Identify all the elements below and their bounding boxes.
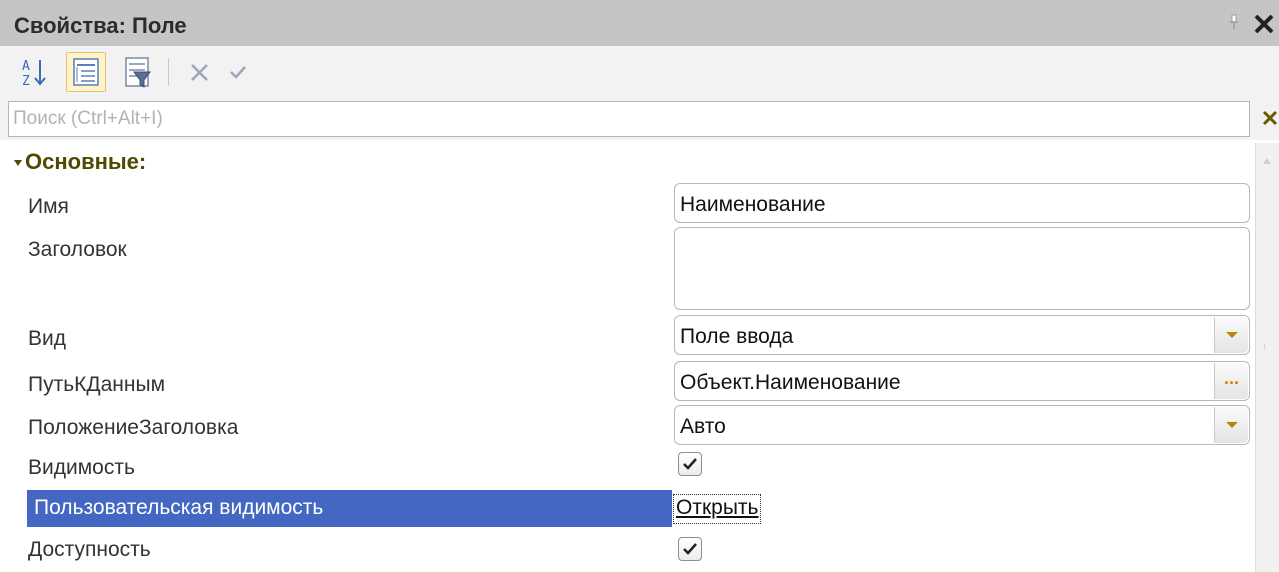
data-path-field[interactable]: Объект.Наименование — [674, 361, 1250, 401]
enabled-checkbox[interactable] — [678, 537, 702, 561]
view-dropdown-button[interactable] — [1214, 317, 1248, 353]
view-select[interactable]: Поле ввода — [674, 315, 1250, 355]
property-label-name: Имя — [28, 195, 69, 218]
toolbar-separator — [168, 58, 169, 86]
sort-az-icon: A Z — [22, 59, 46, 89]
property-label-visibility: Видимость — [28, 456, 135, 479]
scroll-up-icon[interactable] — [1262, 156, 1272, 166]
sort-alphabetically-button[interactable]: A Z — [14, 52, 54, 92]
properties-title-bar — [0, 0, 1279, 46]
close-icon[interactable] — [1252, 12, 1276, 36]
window-title: Свойства: Поле — [14, 13, 187, 38]
check-icon — [683, 458, 697, 470]
title-position-dropdown-button[interactable] — [1214, 407, 1248, 443]
group-label: Основные: — [25, 149, 147, 174]
property-label-data-path: ПутьКДанным — [28, 373, 166, 396]
title-field[interactable] — [674, 227, 1250, 310]
cancel-button[interactable] — [180, 52, 220, 92]
vertical-scrollbar[interactable] — [1255, 143, 1279, 572]
chevron-down-icon — [1226, 422, 1238, 428]
svg-text:Z: Z — [22, 74, 30, 89]
pin-icon[interactable] — [1229, 14, 1239, 30]
group-header[interactable] — [0, 143, 1255, 181]
check-icon — [683, 543, 697, 555]
close-icon[interactable] — [1260, 108, 1279, 128]
categories-icon — [73, 58, 99, 86]
property-label-user-visibility: Пользовательская видимость — [34, 496, 324, 519]
filter-icon — [125, 57, 151, 88]
scroll-thumb[interactable] — [1264, 344, 1270, 350]
search-input[interactable] — [8, 101, 1250, 137]
check-icon — [230, 66, 246, 79]
group-by-category-button[interactable] — [66, 52, 106, 92]
cross-icon — [191, 64, 208, 81]
chevron-down-icon — [1226, 332, 1238, 338]
filter-button[interactable] — [117, 52, 157, 92]
apply-button[interactable] — [218, 52, 258, 92]
property-label-title-position: ПоложениеЗаголовка — [28, 416, 239, 439]
svg-text:A: A — [22, 59, 30, 74]
name-field[interactable]: Наименование — [674, 183, 1250, 223]
property-label-title: Заголовок — [28, 238, 127, 261]
title-position-select[interactable]: Авто — [674, 405, 1250, 445]
visibility-checkbox[interactable] — [678, 452, 702, 476]
chevron-down-icon[interactable] — [13, 159, 23, 167]
property-label-view: Вид — [28, 327, 66, 350]
property-label-enabled: Доступность — [28, 538, 151, 561]
open-user-visibility-link[interactable]: Открыть — [672, 494, 762, 524]
choose-data-path-button[interactable]: ... — [1214, 363, 1248, 399]
